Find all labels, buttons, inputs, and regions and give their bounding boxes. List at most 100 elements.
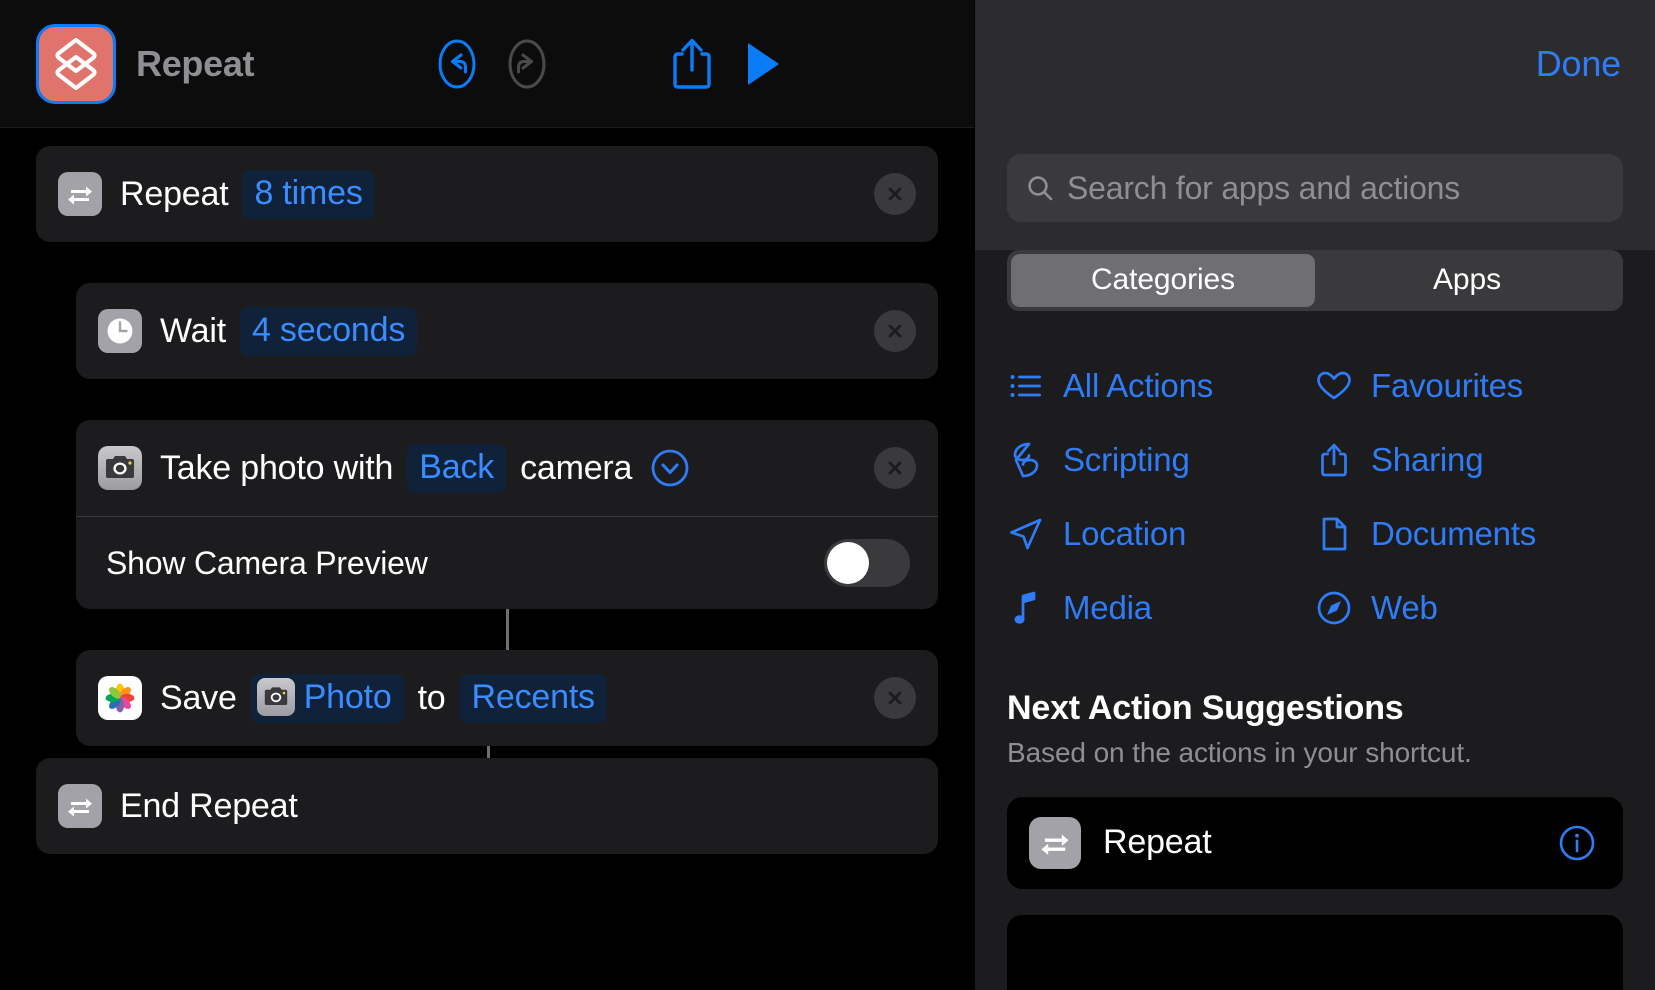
compass-glyph <box>1317 591 1351 624</box>
chevron-down-icon <box>651 449 689 487</box>
close-icon <box>888 324 902 338</box>
action-label: Repeat <box>120 174 229 213</box>
repeat-icon <box>58 784 102 828</box>
repeat-icon <box>1029 816 1081 869</box>
category-label: Web <box>1371 588 1438 626</box>
play-button[interactable] <box>727 29 797 99</box>
repeat-loop-glyph <box>55 37 97 90</box>
search-input[interactable]: Search for apps and actions <box>1007 154 1623 222</box>
action-card-end-repeat[interactable]: End Repeat <box>36 758 938 854</box>
compass-icon <box>1315 589 1353 627</box>
delete-action-button[interactable] <box>874 310 916 352</box>
document-icon <box>1315 515 1353 553</box>
done-button[interactable]: Done <box>1536 43 1621 85</box>
camera-body-icon <box>106 456 134 478</box>
category-item-location[interactable]: Location <box>1007 515 1315 553</box>
action-param-chip[interactable]: 4 seconds <box>239 306 418 356</box>
clock-icon <box>98 309 142 353</box>
redo-button[interactable] <box>492 29 562 99</box>
share-up-glyph <box>1321 443 1347 476</box>
action-label: End Repeat <box>120 786 298 825</box>
action-label: Save <box>160 678 237 717</box>
category-item-web[interactable]: Web <box>1315 589 1623 627</box>
photo-variable-chip[interactable]: Photo <box>250 673 404 723</box>
close-icon <box>888 461 902 475</box>
camera-select-chip[interactable]: Back <box>407 443 507 493</box>
album-chip[interactable]: Recents <box>459 673 607 723</box>
repeat-arrows-icon <box>68 186 92 205</box>
category-label: Documents <box>1371 514 1537 552</box>
shortcut-glyph-icon[interactable] <box>36 23 116 104</box>
camera-body-icon <box>264 687 287 705</box>
category-label: Media <box>1063 588 1152 626</box>
music-note-glyph <box>1014 591 1036 624</box>
category-item-documents[interactable]: Documents <box>1315 515 1623 553</box>
location-arrow-glyph <box>1010 518 1042 549</box>
delete-action-button[interactable] <box>874 677 916 719</box>
scripting-icon <box>1007 441 1045 479</box>
expand-options-button[interactable] <box>648 446 692 490</box>
close-icon <box>888 187 902 201</box>
share-icon <box>673 38 711 89</box>
suggestions-subtitle: Based on the actions in your shortcut. <box>1007 736 1472 768</box>
tab-categories[interactable]: Categories <box>1011 254 1315 307</box>
suggestion-item-next[interactable] <box>1007 914 1623 990</box>
action-library-pane: Done Search for apps and actions Categor… <box>974 0 1655 990</box>
action-card-repeat[interactable]: Repeat 8 times <box>36 146 938 242</box>
action-text: Wait 4 seconds <box>160 306 431 356</box>
category-item-favourites[interactable]: Favourites <box>1315 367 1623 405</box>
toolbar-actions <box>422 29 797 99</box>
library-content: All Actions Favourites Scripting Sharing… <box>975 336 1655 990</box>
camera-preview-label: Show Camera Preview <box>106 544 428 581</box>
tab-apps[interactable]: Apps <box>1315 254 1619 307</box>
action-label: Wait <box>160 311 226 350</box>
shortcut-title: Repeat <box>136 42 255 84</box>
repeat-arrows-icon <box>1041 834 1069 855</box>
action-list: Repeat 8 times Wait 4 seconds Take photo… <box>0 128 974 990</box>
action-row[interactable]: Repeat 8 times <box>36 146 938 242</box>
category-item-media[interactable]: Media <box>1007 589 1315 627</box>
action-param-chip[interactable]: 8 times <box>242 169 375 219</box>
delete-action-button[interactable] <box>874 447 916 489</box>
action-row[interactable]: Take photo with Back camera <box>76 420 938 516</box>
action-card-wait[interactable]: Wait 4 seconds <box>76 283 938 379</box>
action-text: Repeat 8 times <box>120 169 389 219</box>
search-placeholder: Search for apps and actions <box>1067 169 1461 206</box>
camera-preview-setting-row[interactable]: Show Camera Preview <box>76 517 938 609</box>
camera-preview-toggle[interactable] <box>824 539 910 587</box>
delete-action-button[interactable] <box>874 173 916 215</box>
library-segmented-control[interactable]: Categories Apps <box>1007 250 1623 311</box>
category-item-all-actions[interactable]: All Actions <box>1007 367 1315 405</box>
photos-pinwheel-icon <box>105 683 135 713</box>
camera-mini-icon <box>256 678 295 716</box>
library-search-area: Search for apps and actions <box>975 128 1655 250</box>
category-label: Favourites <box>1371 366 1524 404</box>
suggestion-item-repeat[interactable]: Repeat <box>1007 796 1623 889</box>
suggestions-title: Next Action Suggestions <box>1007 688 1404 727</box>
category-item-scripting[interactable]: Scripting <box>1007 441 1315 479</box>
action-text: Take photo with Back camera <box>160 443 692 493</box>
action-row[interactable]: Wait 4 seconds <box>76 283 938 379</box>
action-label-middle: to <box>417 678 446 717</box>
action-card-take-photo[interactable]: Take photo with Back camera Show Camera … <box>76 420 938 609</box>
category-item-sharing[interactable]: Sharing <box>1315 441 1623 479</box>
action-row[interactable]: Save Photo to Recents <box>76 650 938 746</box>
location-arrow-icon <box>1007 515 1045 553</box>
share-button[interactable] <box>657 29 727 99</box>
info-button[interactable] <box>1557 823 1597 863</box>
suggestion-label: Repeat <box>1103 823 1212 862</box>
category-grid: All Actions Favourites Scripting Sharing… <box>1007 367 1623 627</box>
action-row[interactable]: End Repeat <box>36 758 938 854</box>
play-icon <box>748 42 780 85</box>
action-text: End Repeat <box>120 787 298 826</box>
action-text: Save Photo to Recents <box>160 673 621 723</box>
action-card-save-photo[interactable]: Save Photo to Recents <box>76 650 938 746</box>
toggle-knob <box>827 542 869 584</box>
undo-button[interactable] <box>422 29 492 99</box>
action-label-suffix: camera <box>520 448 633 487</box>
redo-icon <box>508 39 546 88</box>
action-label: Take photo with <box>160 448 394 487</box>
heart-glyph <box>1317 371 1351 399</box>
list-bullet-icon <box>1007 367 1045 405</box>
category-label: Scripting <box>1063 440 1190 478</box>
